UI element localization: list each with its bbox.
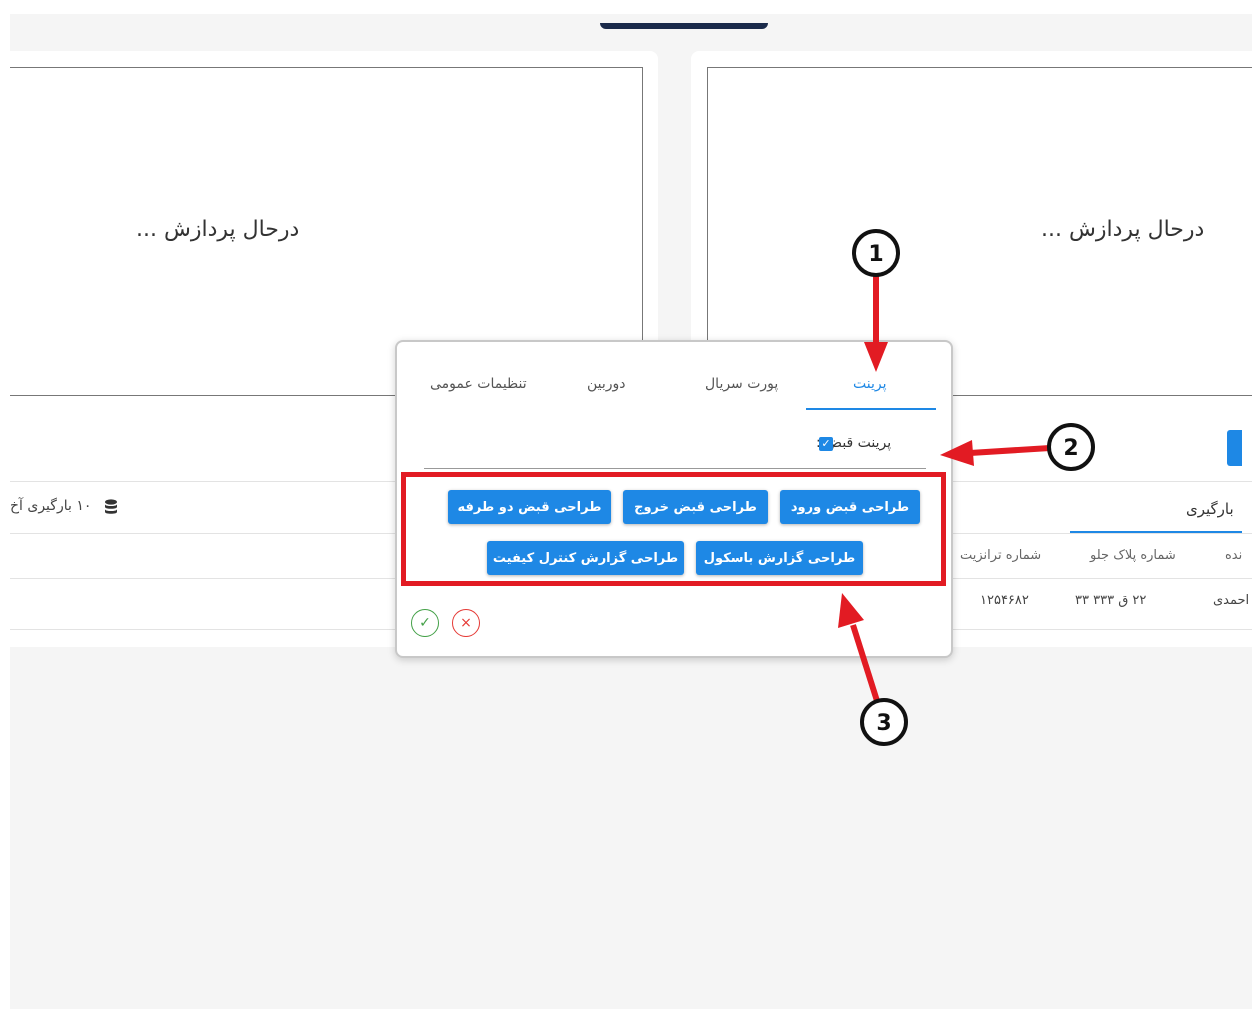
annotation-arrow-3 [850, 624, 881, 705]
annotation-number-3: 3 [876, 711, 891, 736]
annotation-overlay: 1 2 3 [838, 229, 1095, 746]
annotation-arrowhead-3 [838, 593, 864, 628]
annotation-arrowhead-1 [864, 342, 888, 372]
annotation-number-1: 1 [868, 242, 883, 267]
annotation-arrowhead-2 [940, 440, 974, 466]
annotation-number-2: 2 [1063, 436, 1078, 461]
annotation-arrow-2 [969, 445, 1051, 456]
